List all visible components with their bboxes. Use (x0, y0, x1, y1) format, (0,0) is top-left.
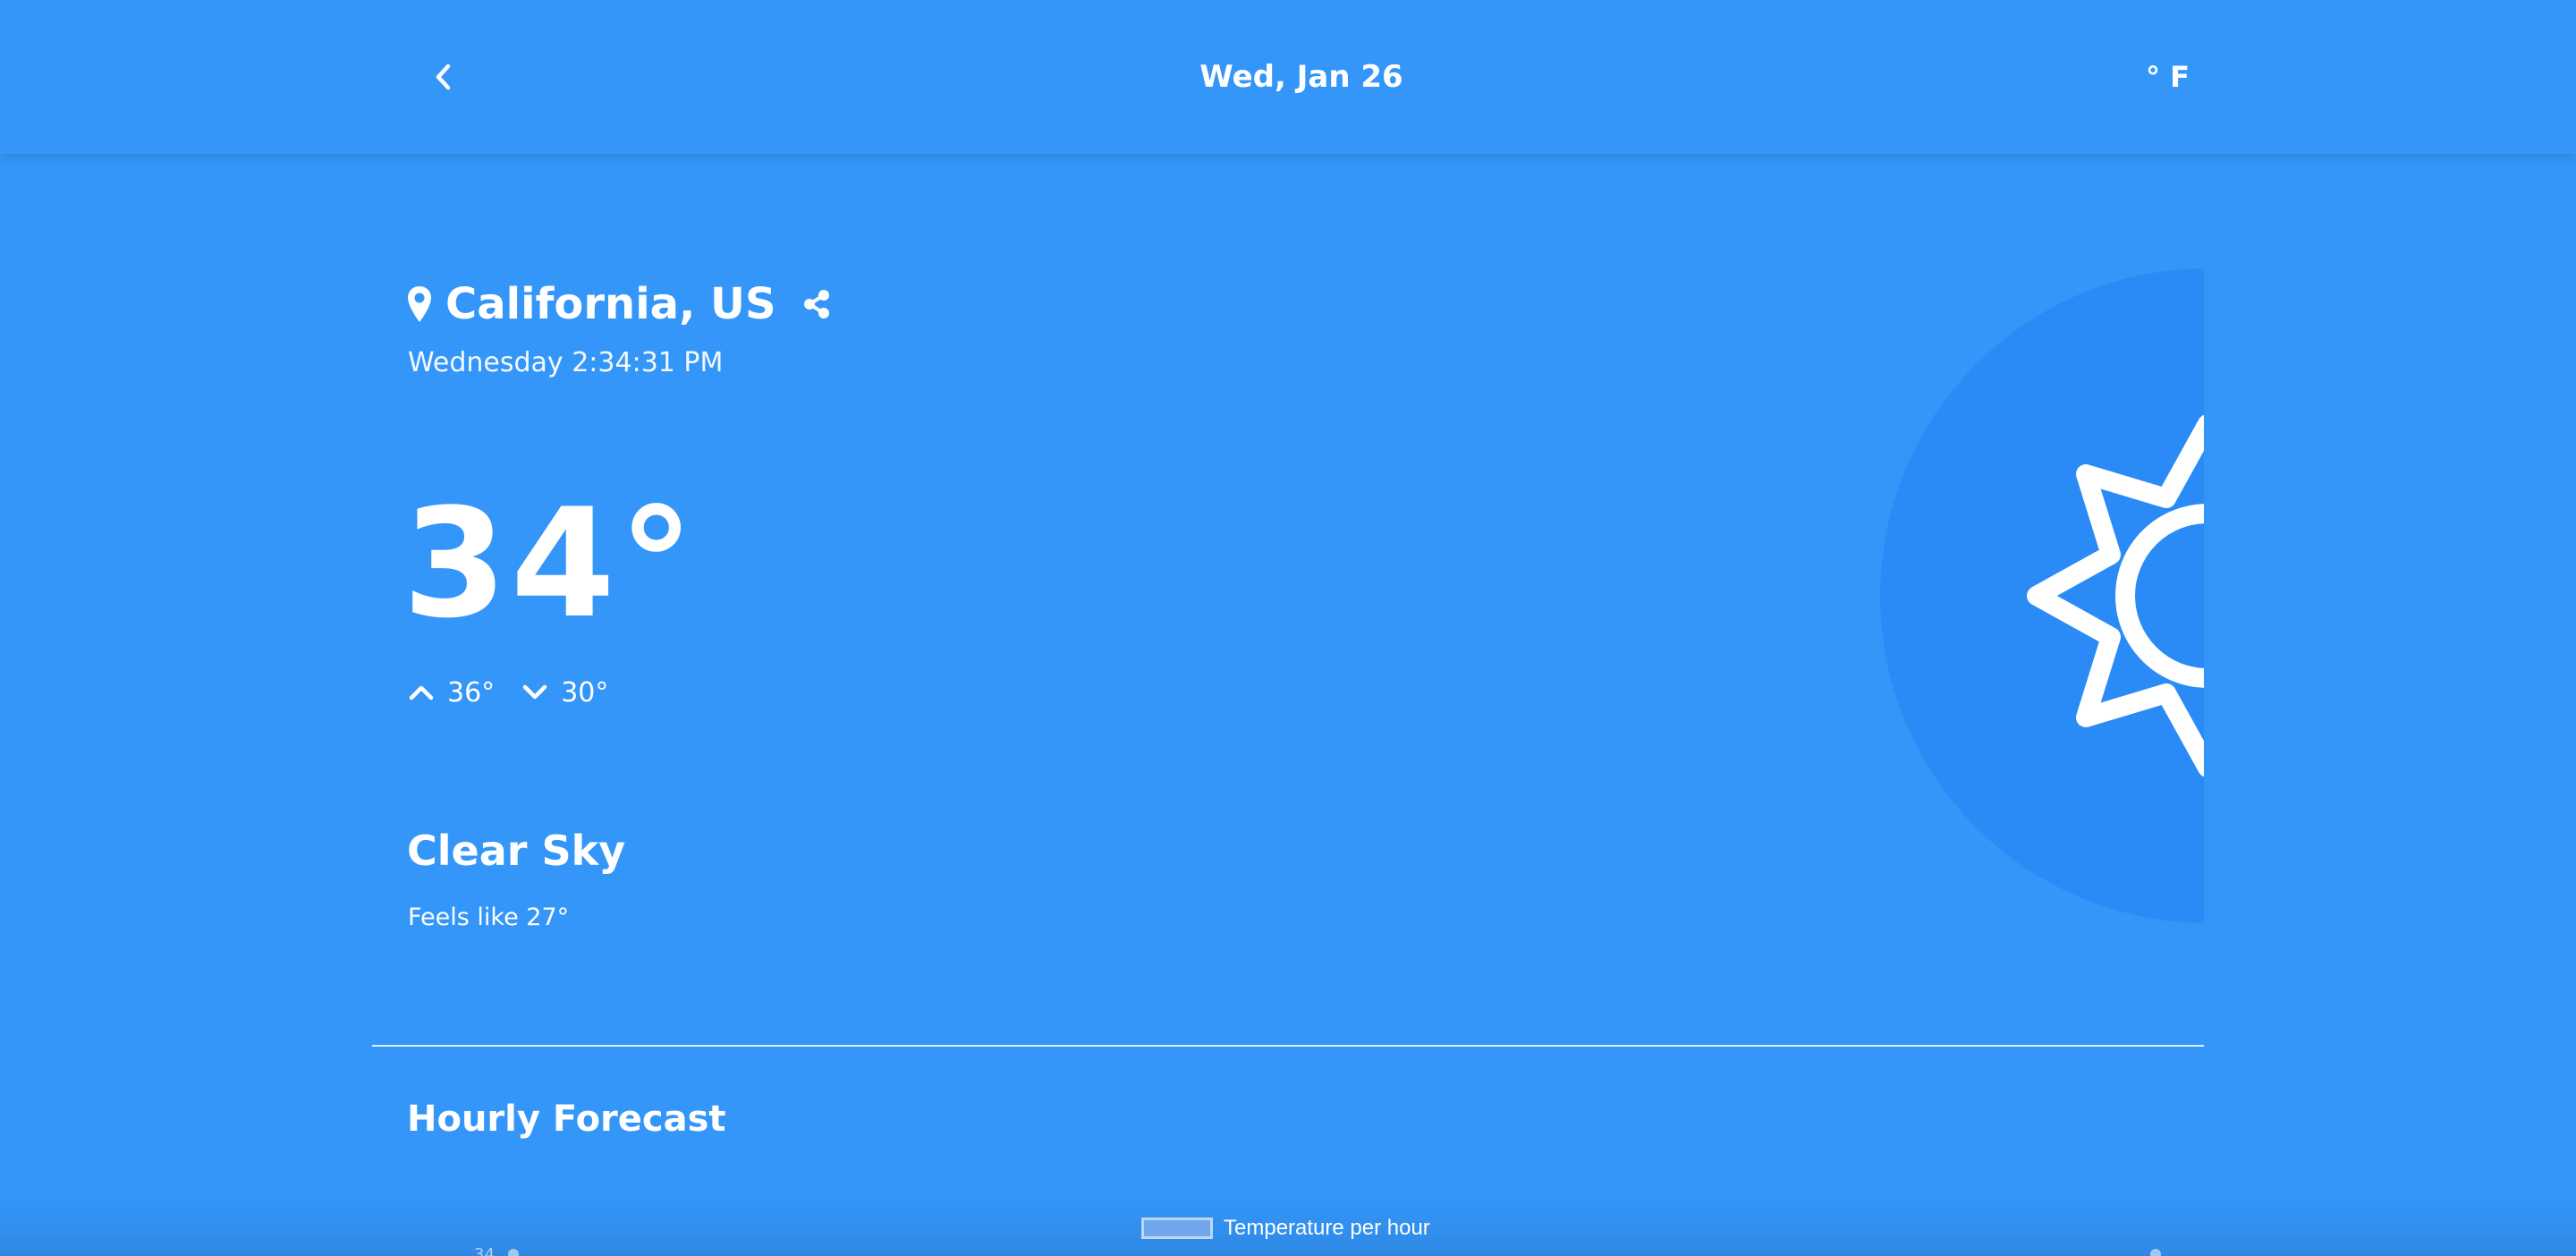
location-row: California, US (406, 276, 834, 333)
chevron-up-icon (409, 685, 434, 700)
current-temperature: 34° (402, 476, 698, 651)
high-low-temperatures: 36° 30° (408, 673, 635, 712)
legend-swatch (1141, 1218, 1213, 1239)
chart-point (2150, 1249, 2161, 1256)
weather-condition: Clear Sky (407, 827, 626, 875)
high-temperature: 36° (447, 676, 496, 709)
legend-label: Temperature per hour (1224, 1216, 1430, 1240)
chart-legend[interactable]: Temperature per hour (1141, 1215, 1430, 1242)
chart-point (508, 1249, 519, 1256)
chart-tick-label: 34 (474, 1245, 495, 1256)
top-app-bar: Wed, Jan 26 ° F (0, 0, 2576, 154)
temperature-unit-toggle[interactable]: ° F (2109, 54, 2190, 100)
low-temperature: 30° (561, 676, 609, 709)
weather-app: Wed, Jan 26 ° F California, US Wednesday… (0, 0, 2576, 1256)
back-button[interactable] (420, 54, 467, 100)
local-datetime: Wednesday 2:34:31 PM (408, 347, 724, 378)
weather-illustration (1789, 259, 2204, 932)
section-divider (372, 1045, 2204, 1047)
share-icon (803, 290, 829, 318)
feels-like-temperature: Feels like 27° (408, 904, 570, 931)
header-date: Wed, Jan 26 (1199, 59, 1403, 95)
chevron-down-icon (522, 684, 547, 700)
location-name: California, US (445, 279, 776, 329)
share-button[interactable] (800, 287, 834, 321)
map-pin-icon (408, 286, 431, 322)
chevron-left-icon (436, 64, 451, 90)
hourly-forecast-title: Hourly Forecast (407, 1099, 726, 1140)
sun-icon (1880, 268, 2204, 923)
